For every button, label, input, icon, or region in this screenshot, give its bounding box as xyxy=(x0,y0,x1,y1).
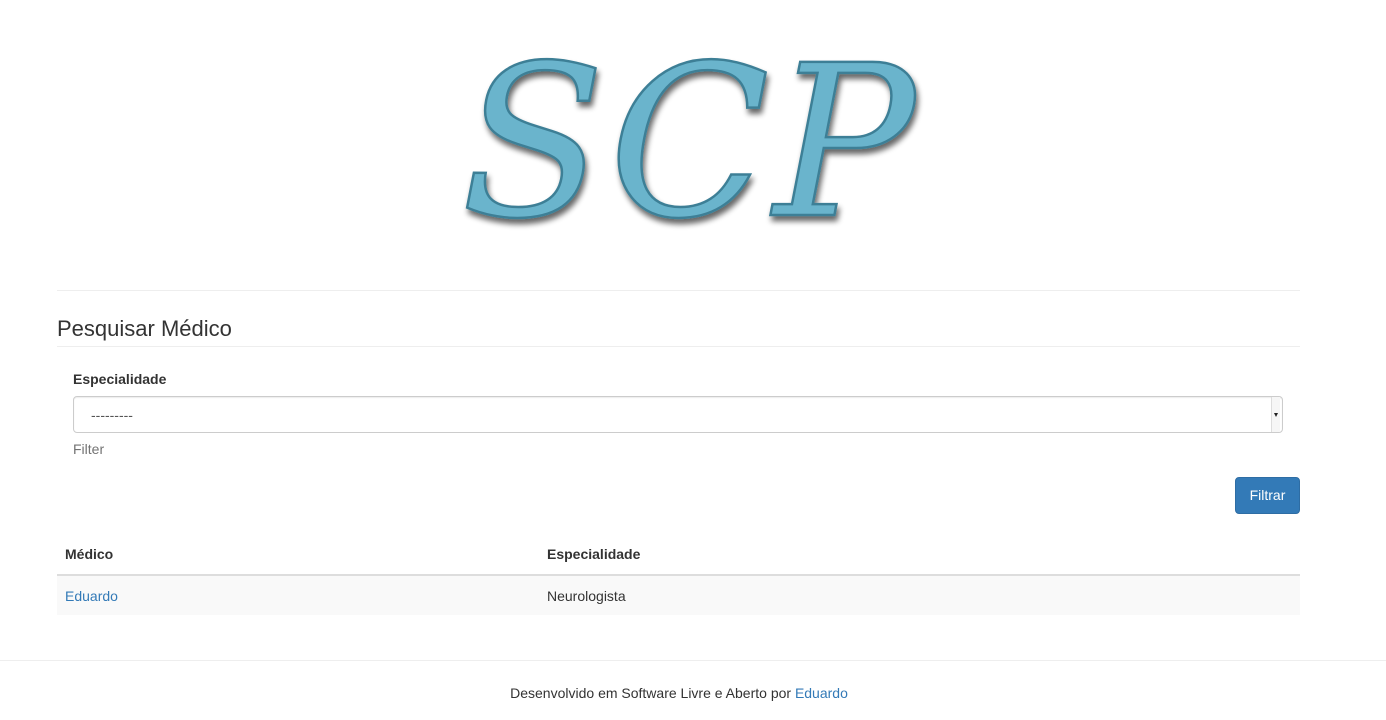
chevron-down-icon[interactable] xyxy=(1271,397,1280,432)
logo-text: SCP xyxy=(461,30,919,250)
divider xyxy=(57,290,1300,291)
footer-text: Desenvolvido em Software Livre e Aberto … xyxy=(510,685,795,701)
specialty-cell: Neurologista xyxy=(539,575,1300,615)
doctor-link[interactable]: Eduardo xyxy=(65,588,118,604)
page-title: Pesquisar Médico xyxy=(57,316,232,341)
column-header-doctor: Médico xyxy=(57,534,539,576)
footer: Desenvolvido em Software Livre e Aberto … xyxy=(0,683,1358,703)
table-row: Eduardo Neurologista xyxy=(57,575,1300,615)
results-table: Médico Especialidade Eduardo Neurologist… xyxy=(57,534,1300,615)
filter-help-text: Filter xyxy=(73,441,105,457)
specialty-select[interactable]: --------- xyxy=(73,396,1283,433)
column-header-specialty: Especialidade xyxy=(539,534,1300,576)
footer-author-link[interactable]: Eduardo xyxy=(795,685,848,701)
specialty-label: Especialidade xyxy=(73,371,167,387)
footer-divider xyxy=(0,660,1386,661)
page: SCP Pesquisar Médico Especialidade -----… xyxy=(0,0,1386,720)
scp-logo: SCP xyxy=(460,30,919,250)
filter-button[interactable]: Filtrar xyxy=(1235,477,1300,514)
specialty-select-value: --------- xyxy=(91,407,133,423)
logo-area: SCP xyxy=(0,0,1386,290)
table-header-row: Médico Especialidade xyxy=(57,534,1300,576)
title-divider xyxy=(57,346,1300,347)
doctor-cell: Eduardo xyxy=(57,575,539,615)
